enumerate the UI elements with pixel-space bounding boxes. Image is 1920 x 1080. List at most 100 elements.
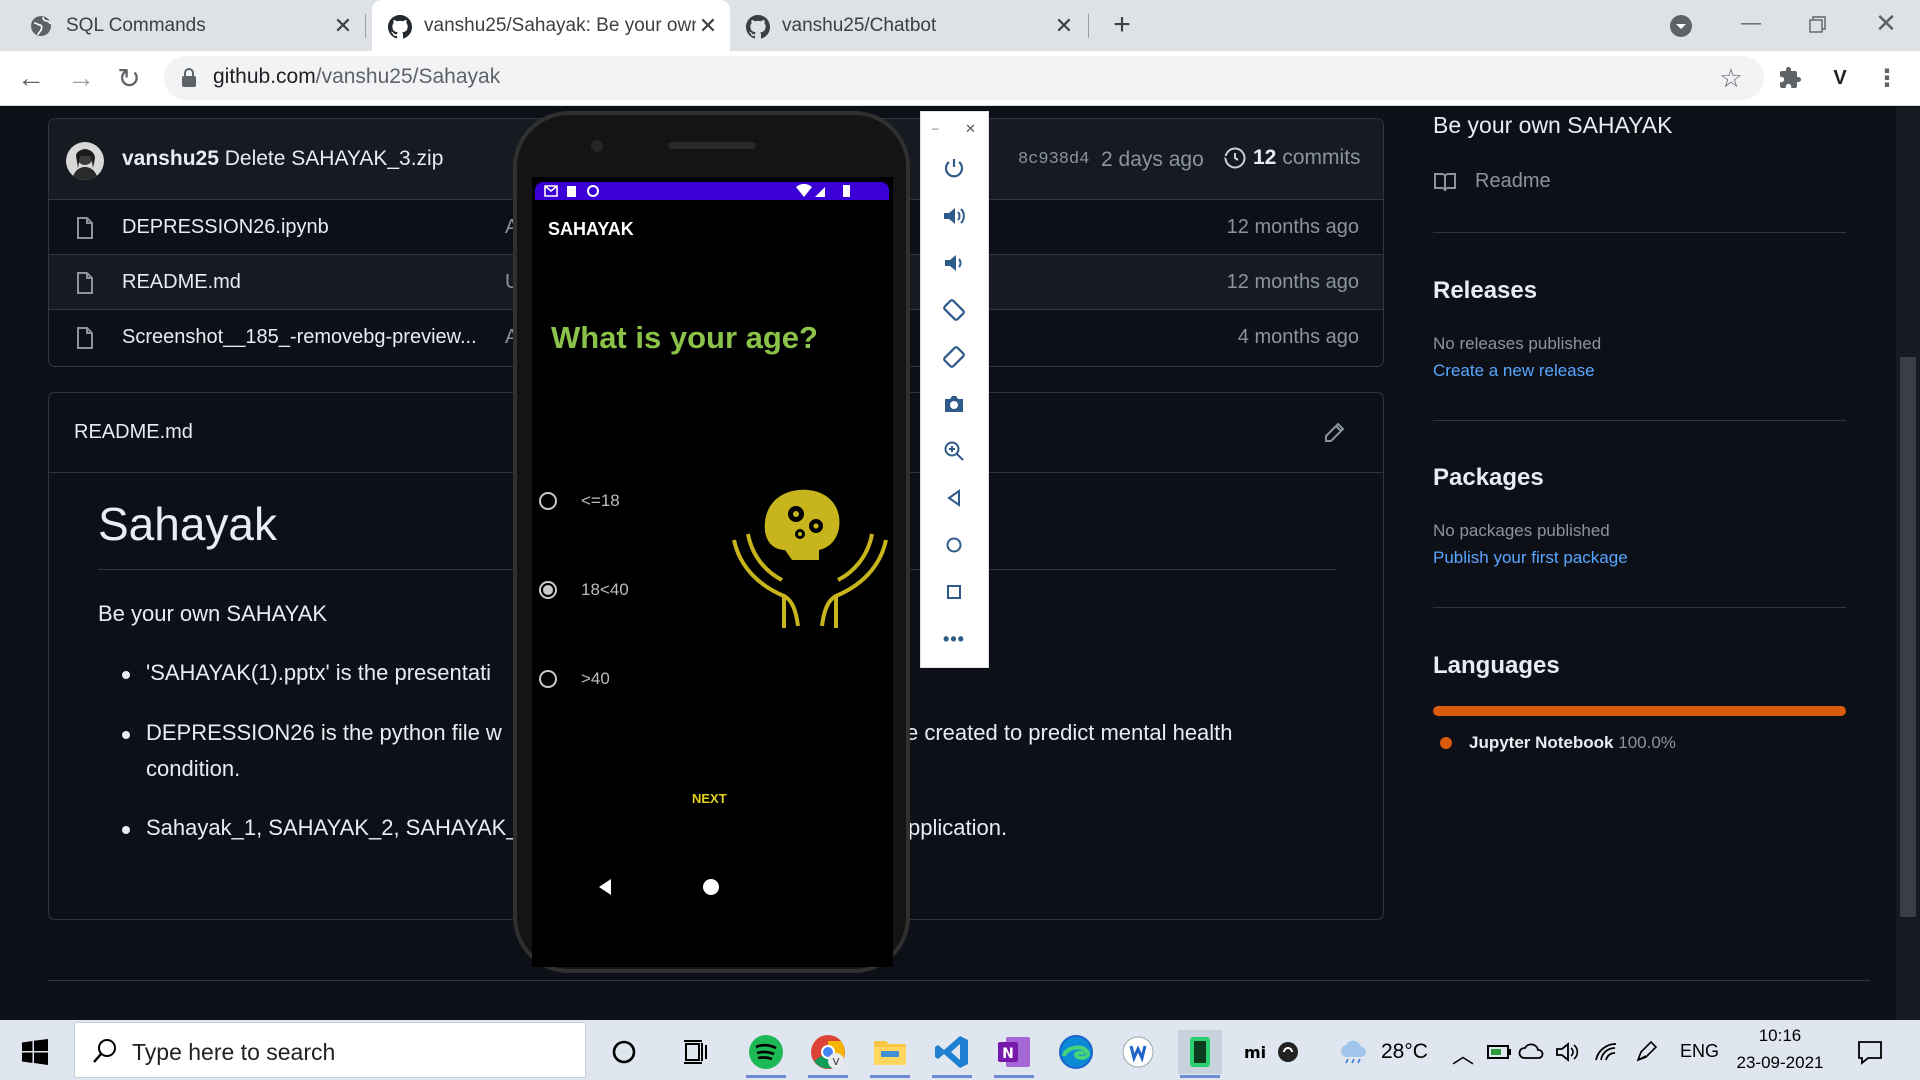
minimize-window-icon[interactable]: — — [1736, 12, 1766, 38]
tab-search-icon[interactable] — [1668, 13, 1694, 39]
reload-icon[interactable]: ↻ — [114, 63, 144, 94]
onenote-icon[interactable]: N — [992, 1030, 1036, 1078]
forward-icon[interactable]: → — [66, 62, 96, 93]
readme-link[interactable]: Readme — [1433, 170, 1551, 193]
lock-icon[interactable] — [181, 68, 197, 88]
tab-chatbot[interactable]: vanshu25/Chatbot ✕ — [731, 0, 1086, 51]
readme-bullet-line2: condition. — [146, 756, 241, 781]
sync-app-icon[interactable] — [1276, 1040, 1300, 1064]
commit-summary: vanshu25 Delete SAHAYAK_3.zip — [122, 147, 443, 171]
new-tab-button[interactable]: + — [1106, 10, 1138, 42]
bookmark-star-icon[interactable]: ☆ — [1716, 63, 1746, 93]
file-name[interactable]: README.md — [122, 271, 241, 294]
weather-icon[interactable] — [1336, 1038, 1370, 1064]
file-updated: 12 months ago — [1226, 216, 1359, 238]
tab-sahayak[interactable]: vanshu25/Sahayak: Be your own ✕ — [372, 0, 730, 51]
commit-hash[interactable]: 8c938d4 — [1018, 150, 1089, 169]
wifi-icon — [796, 184, 812, 197]
file-explorer-icon[interactable] — [868, 1030, 912, 1078]
speaker-icon[interactable] — [1554, 1040, 1582, 1064]
onedrive-icon[interactable] — [1518, 1040, 1546, 1064]
packages-title[interactable]: Packages — [1433, 464, 1544, 492]
camera-icon[interactable] — [930, 387, 978, 421]
volume-down-icon[interactable] — [930, 246, 978, 280]
home-icon[interactable] — [930, 528, 978, 562]
show-hidden-icons[interactable]: ︿ — [1452, 1038, 1474, 1070]
tab-title: vanshu25/Chatbot — [782, 14, 937, 36]
readme-bullet-tail: e created to predict mental health — [906, 720, 1233, 745]
radio-button[interactable] — [539, 492, 557, 510]
edit-pencil-icon[interactable] — [1322, 421, 1346, 445]
more-icon[interactable]: ••• — [930, 622, 978, 656]
readme-file-label[interactable]: README.md — [74, 421, 193, 444]
back-icon[interactable]: ← — [16, 62, 46, 93]
radio-button[interactable] — [539, 670, 557, 688]
clock[interactable]: 10:16 23-09-2021 — [1730, 1026, 1830, 1078]
commits-link[interactable]: 12 commits — [1223, 146, 1361, 170]
close-window-icon[interactable]: ✕ — [1872, 8, 1900, 38]
spotify-icon[interactable] — [744, 1030, 788, 1078]
search-placeholder[interactable]: Type here to search — [132, 1039, 335, 1066]
nav-back-icon[interactable] — [597, 878, 613, 896]
next-button[interactable]: NEXT — [692, 791, 727, 806]
tab-title: SQL Commands — [66, 14, 206, 36]
language-dot — [1440, 737, 1452, 749]
weather-temperature[interactable]: 28°C — [1381, 1040, 1428, 1064]
volume-up-icon[interactable] — [930, 199, 978, 233]
language-item[interactable]: Jupyter Notebook 100.0% — [1469, 733, 1676, 753]
tab-sql-commands[interactable]: SQL Commands ✕ — [0, 0, 365, 51]
back-icon[interactable] — [930, 481, 978, 515]
mi-icon[interactable]: mi — [1244, 1040, 1274, 1064]
rotate-right-icon[interactable] — [930, 340, 978, 374]
panel-minimize-icon[interactable]: – — [932, 121, 939, 135]
radio-option-18-40[interactable]: 18<40 — [539, 580, 629, 600]
rotate-left-icon[interactable] — [930, 293, 978, 327]
tab-title: vanshu25/Sahayak: Be your own — [424, 14, 696, 36]
cortana-icon[interactable] — [602, 1030, 646, 1074]
language-percent: 100.0% — [1618, 733, 1676, 752]
extensions-icon[interactable] — [1778, 66, 1802, 90]
url-text[interactable]: github.com/vanshu25/Sahayak — [213, 65, 500, 89]
close-tab-icon[interactable]: ✕ — [696, 13, 720, 38]
pen-icon[interactable] — [1634, 1040, 1658, 1064]
file-name[interactable]: Screenshot__185_-removebg-preview... — [122, 326, 477, 349]
sync-icon — [587, 185, 599, 197]
edge-icon[interactable] — [1054, 1030, 1098, 1074]
close-tab-icon[interactable]: ✕ — [331, 13, 355, 38]
chrome-icon[interactable]: V — [806, 1030, 850, 1078]
battery-saver-icon[interactable] — [1486, 1040, 1514, 1064]
commit-time[interactable]: 2 days ago — [1101, 148, 1204, 172]
notifications-icon[interactable] — [1856, 1038, 1884, 1066]
radio-option-under-18[interactable]: <=18 — [539, 491, 620, 511]
radio-button-selected[interactable] — [539, 581, 557, 599]
nav-home-icon[interactable] — [703, 879, 719, 895]
windows-start-icon[interactable] — [22, 1039, 48, 1065]
page-scrollbar[interactable] — [1896, 107, 1920, 1020]
task-view-icon[interactable] — [674, 1030, 718, 1074]
android-studio-icon[interactable] — [1178, 1030, 1222, 1078]
input-language[interactable]: ENG — [1680, 1041, 1719, 1062]
power-icon[interactable] — [930, 151, 978, 185]
radio-option-over-40[interactable]: >40 — [539, 669, 610, 689]
publish-package-link[interactable]: Publish your first package — [1433, 548, 1628, 568]
restore-window-icon[interactable] — [1805, 12, 1831, 38]
svg-text:mi: mi — [1244, 1043, 1266, 1062]
vscode-icon[interactable] — [930, 1030, 974, 1078]
close-tab-icon[interactable]: ✕ — [1052, 13, 1076, 38]
overview-icon[interactable] — [930, 575, 978, 609]
app-launcher-icon[interactable] — [1116, 1030, 1160, 1074]
panel-close-icon[interactable]: ✕ — [965, 121, 976, 137]
file-name[interactable]: DEPRESSION26.ipynb — [122, 216, 329, 239]
menu-kebab-icon[interactable]: ⋮ — [1872, 63, 1902, 93]
wifi-network-icon[interactable] — [1594, 1040, 1620, 1064]
file-icon — [77, 217, 93, 239]
scrollbar-thumb[interactable] — [1900, 357, 1916, 917]
zoom-icon[interactable] — [930, 434, 978, 468]
commit-author[interactable]: vanshu25 — [122, 147, 219, 170]
profile-avatar[interactable]: V — [1826, 64, 1854, 92]
releases-title[interactable]: Releases — [1433, 277, 1537, 305]
commit-message[interactable]: Delete SAHAYAK_3.zip — [225, 147, 444, 170]
create-release-link[interactable]: Create a new release — [1433, 361, 1595, 381]
avatar[interactable] — [66, 142, 104, 180]
footer-divider — [48, 980, 1870, 981]
